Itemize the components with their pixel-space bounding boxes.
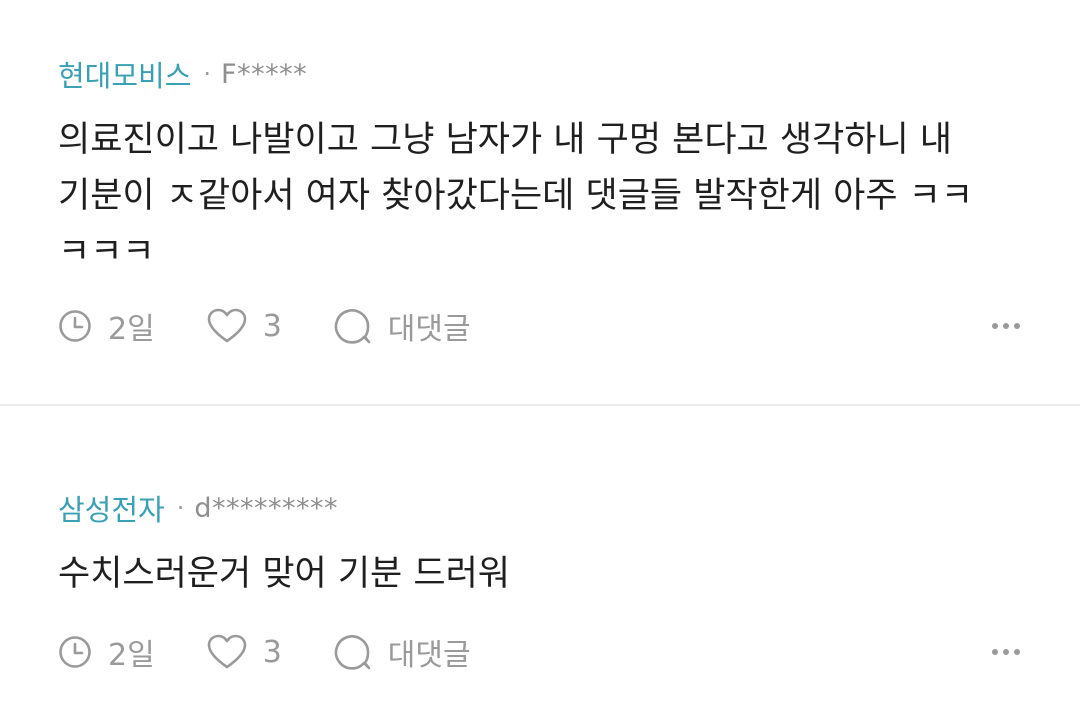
timestamp: 2일 xyxy=(58,630,155,674)
heart-icon xyxy=(207,634,246,669)
timestamp-label: 2일 xyxy=(108,312,155,347)
comment-meta: 현대모비스 · F***** xyxy=(58,54,1020,94)
speech-bubble-icon xyxy=(334,635,371,670)
timestamp: 2일 xyxy=(58,304,155,348)
like-button[interactable]: 3 xyxy=(207,308,282,344)
comment-item: 삼성전자 · d********* 수치스러운거 맞어 기분 드러워 2일 3 … xyxy=(0,406,1080,710)
clock-icon xyxy=(59,310,91,342)
author-name: d********* xyxy=(194,492,339,524)
author-name: F***** xyxy=(221,58,308,90)
timestamp-label: 2일 xyxy=(108,638,155,673)
heart-icon xyxy=(207,308,246,343)
more-dots-icon xyxy=(992,649,998,655)
more-button[interactable] xyxy=(992,649,1020,655)
more-dots-icon xyxy=(992,323,998,329)
comment-text: 수치스러운거 맞어 기분 드러워 xyxy=(58,554,510,594)
meta-separator: · xyxy=(176,494,185,522)
like-button[interactable]: 3 xyxy=(207,634,282,670)
more-button[interactable] xyxy=(992,323,1020,329)
comment-actions: 2일 3 대댓글 xyxy=(58,302,1020,350)
clock-icon xyxy=(59,636,91,668)
reply-button[interactable]: 대댓글 xyxy=(334,304,471,348)
comment-meta: 삼성전자 · d********* xyxy=(58,488,1020,528)
reply-label: 대댓글 xyxy=(387,312,471,347)
reply-label: 대댓글 xyxy=(387,638,471,673)
speech-bubble-icon xyxy=(334,309,371,344)
company-name[interactable]: 삼성전자 xyxy=(58,487,165,529)
like-count: 3 xyxy=(262,634,282,670)
company-name[interactable]: 현대모비스 xyxy=(58,53,191,95)
comment-actions: 2일 3 대댓글 xyxy=(58,628,1020,676)
comment-item: 현대모비스 · F***** 의료진이고 나발이고 그냥 남자가 내 구멍 본다… xyxy=(0,0,1080,406)
comment-text: 의료진이고 나발이고 그냥 남자가 내 구멍 본다고 생각하니 내 기분이 ㅈ같… xyxy=(58,120,974,272)
reply-button[interactable]: 대댓글 xyxy=(334,630,471,674)
like-count: 3 xyxy=(262,308,282,344)
meta-separator: · xyxy=(203,60,212,88)
